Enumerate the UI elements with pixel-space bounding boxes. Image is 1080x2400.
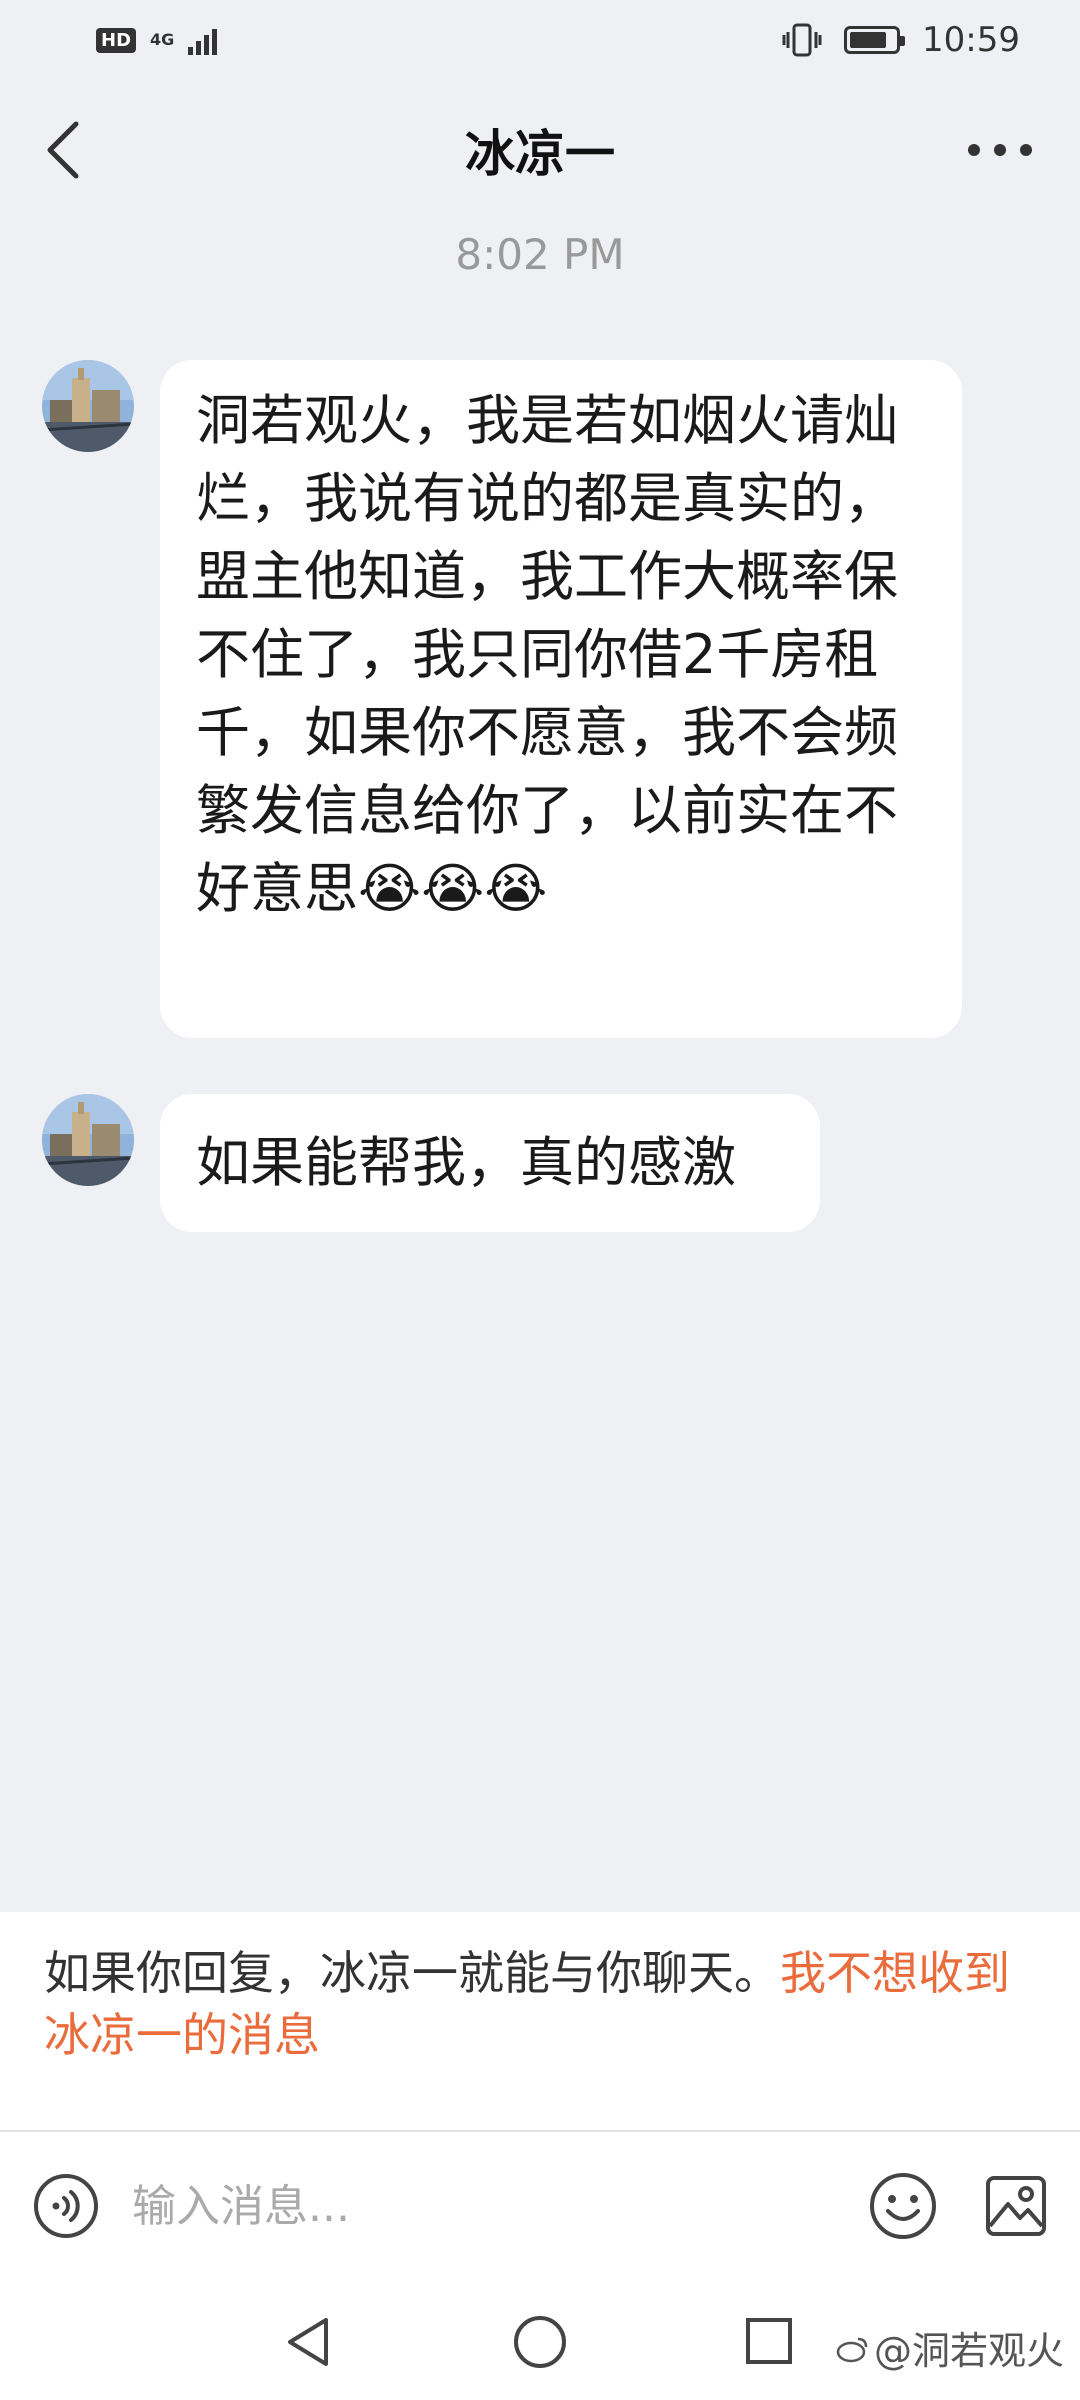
nav-back-icon[interactable] xyxy=(282,2314,334,2370)
time-divider: 8:02 PM xyxy=(455,230,625,279)
vibrate-icon xyxy=(782,23,822,57)
input-bar xyxy=(0,2130,1080,2280)
message-row: 洞若观火，我是若如烟火请灿烂，我说有说的都是真实的，盟主他知道，我工作大概率保不… xyxy=(42,360,962,1038)
reply-notice: 如果你回复，冰凉一就能与你聊天。我不想收到冰凉一的消息 xyxy=(0,1912,1080,2130)
watermark-text: @洞若观火 xyxy=(873,2329,1064,2373)
network-type: 4G xyxy=(150,30,175,49)
signal-icon xyxy=(188,25,218,55)
chat-header: 冰凉一 xyxy=(0,80,1080,220)
notice-text: 如果你回复，冰凉一就能与你聊天。 xyxy=(44,1946,780,2000)
system-nav-bar: @洞若观火 xyxy=(0,2280,1080,2400)
message-row: 如果能帮我，真的感激 xyxy=(42,1094,820,1232)
emoji-icon[interactable] xyxy=(868,2171,938,2241)
message-bubble[interactable]: 如果能帮我，真的感激 xyxy=(160,1094,820,1232)
avatar[interactable] xyxy=(42,360,134,452)
chat-title: 冰凉一 xyxy=(465,125,615,183)
voice-input-icon[interactable] xyxy=(32,2172,100,2240)
more-options-button[interactable] xyxy=(964,135,1036,165)
watermark: @洞若观火 xyxy=(836,2320,1064,2375)
battery-icon xyxy=(844,26,906,54)
status-bar: HD 4G 10:59 xyxy=(0,0,1080,80)
weibo-logo-icon xyxy=(836,2337,868,2362)
avatar[interactable] xyxy=(42,1094,134,1186)
hd-badge: HD xyxy=(96,27,137,53)
nav-home-icon[interactable] xyxy=(512,2314,568,2370)
message-bubble[interactable]: 洞若观火，我是若如烟火请灿烂，我说有说的都是真实的，盟主他知道，我工作大概率保不… xyxy=(160,360,962,1038)
status-left: HD 4G xyxy=(96,25,218,55)
clock: 10:59 xyxy=(922,20,1020,60)
status-right: 10:59 xyxy=(782,20,1020,60)
image-icon[interactable] xyxy=(984,2174,1048,2238)
message-input[interactable] xyxy=(130,2179,868,2233)
nav-recent-apps-icon[interactable] xyxy=(744,2316,794,2366)
back-button[interactable] xyxy=(36,118,96,182)
